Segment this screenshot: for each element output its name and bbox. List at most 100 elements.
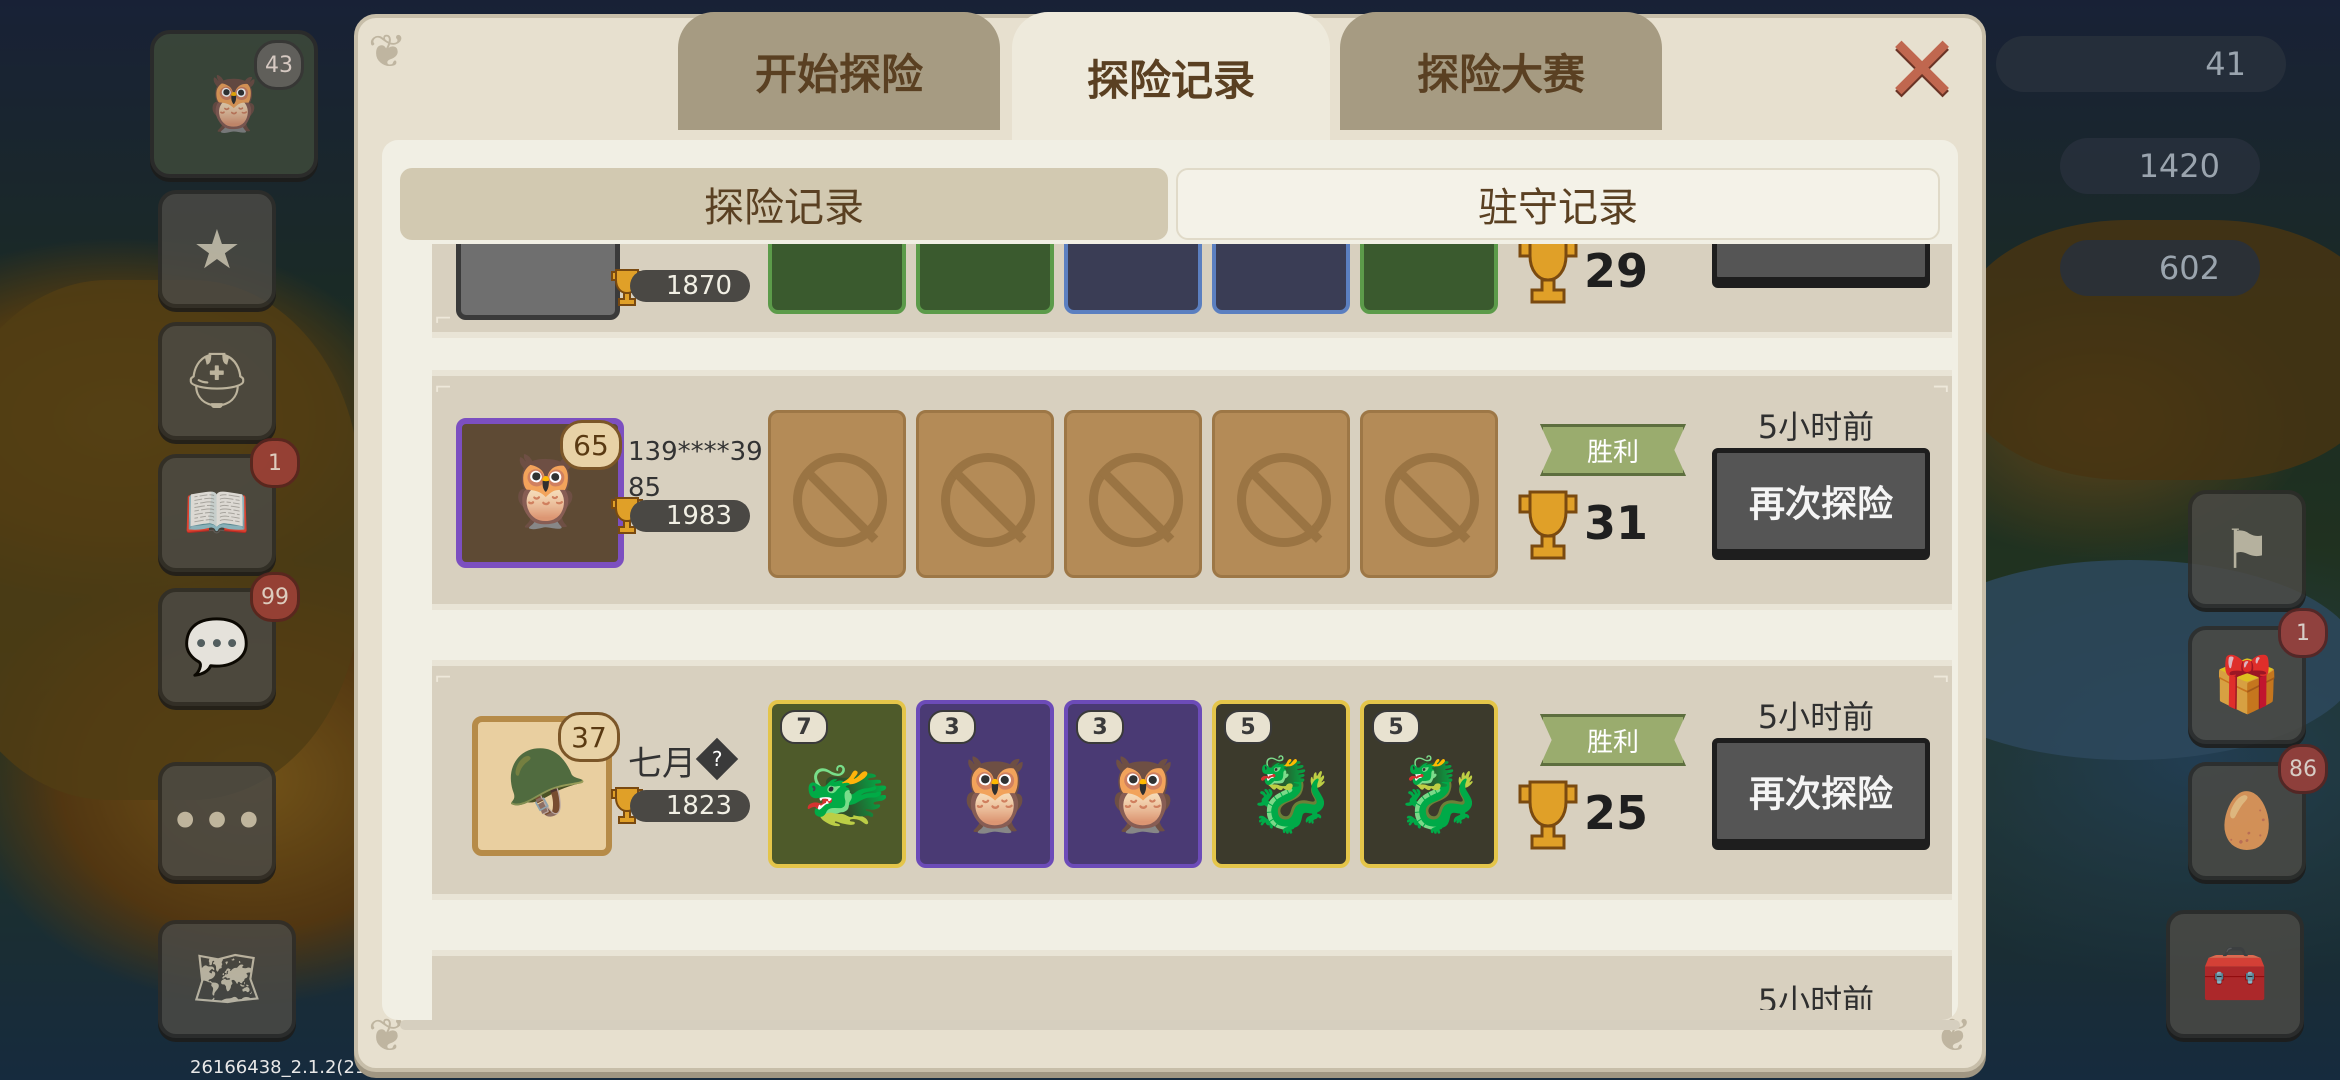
records-content: 探险记录 驻守记录 ⌐ 1870 29 ⌐ ¬ 🦉 65 139****3985… [382,140,1958,1020]
gems-count: 41 [2205,45,2246,83]
hydra-icon: 🐉 [1394,752,1484,836]
star-level: 3 [928,710,976,744]
monster-slot[interactable] [768,244,906,314]
owl-icon: 🦉 [1098,752,1188,836]
player-level-badge: 65 [560,420,622,470]
player-level-badge: 43 [254,40,304,90]
more-icon: ••• [169,789,265,853]
gift-button[interactable]: 🎁 1 [2188,608,2328,744]
book-icon: 📖 [183,481,251,544]
monster-slot[interactable] [1360,244,1498,314]
tab-adventure-records[interactable]: 探险记录 [1012,12,1330,142]
record-time: 5小时前 [1757,408,1875,446]
record-row: ⌐ ¬ 🦉 65 139****3985 1983 胜利 31 5小时前 再次探… [432,370,1952,610]
chat-badge: 99 [250,572,300,622]
tab-start-adventure[interactable]: 开始探险 [678,12,1000,130]
result-ribbon: 胜利 [1540,424,1686,476]
gift-badge: 1 [2278,608,2328,658]
owl-icon: 🦉 [950,752,1040,836]
map-button[interactable]: 🗺 [158,920,296,1038]
monster-slot[interactable]: 5 🐉 [1212,700,1350,868]
monster-slot[interactable]: 5 🐉 [1360,700,1498,868]
empty-slot [768,410,906,578]
resource-bar-coins: 1420 [2060,138,2260,194]
question-glyph: ? [711,747,723,771]
row-corner-ornament: ¬ [1931,666,1950,691]
owl-icon: 🦉 [200,72,268,135]
knight-button[interactable]: ⛑ [158,322,276,440]
gift-icon: 🎁 [2213,653,2281,716]
trophy-icon [1518,244,1578,304]
forbidden-icon [793,453,887,547]
subtab-adventure-records[interactable]: 探险记录 [400,168,1168,240]
row-corner-ornament: ⌐ [434,307,453,332]
resource-bar-gems: 41 [1996,36,2286,92]
replay-button[interactable] [1712,244,1930,282]
helmet-icon: ⛑ [182,349,252,412]
close-icon[interactable]: ✕ [1882,24,1962,116]
forbidden-icon [1385,453,1479,547]
record-row: 5小时前 [432,950,1952,1020]
player-avatar-owl[interactable]: 🦉 43 [150,30,318,178]
row-corner-ornament: ⌐ [434,376,453,401]
row-corner-ornament: ¬ [1931,376,1950,401]
player-trophy-pill: 1870 [630,270,750,302]
monster-slot[interactable]: 3 🦉 [1064,700,1202,868]
question-icon[interactable]: ? [695,737,739,781]
forbidden-icon [1089,453,1183,547]
result-ribbon: 胜利 [1540,714,1686,766]
star-level: 5 [1372,710,1420,744]
chest-button[interactable]: 🧰 [2166,910,2304,1038]
more-button[interactable]: ••• [158,762,276,880]
monster-slot[interactable] [1064,244,1202,314]
banner-button[interactable]: ⚑ [2188,490,2306,608]
player-avatar-knight[interactable] [456,244,620,320]
monster-slot[interactable]: 7 🐲 [768,700,906,868]
empty-slot [1064,410,1202,578]
forbidden-icon [941,453,1035,547]
replay-button[interactable]: 再次探险 [1712,448,1930,554]
subtab-defense-records[interactable]: 驻守记录 [1176,168,1940,240]
stones-count: 602 [2158,249,2220,287]
hydra-icon: 🐉 [1246,752,1336,836]
monster-slot[interactable] [916,244,1054,314]
record-list[interactable]: ⌐ 1870 29 ⌐ ¬ 🦉 65 139****3985 1983 胜利 3… [382,244,1958,1020]
tab-label: 开始探险 [754,49,923,99]
resource-bar-stones: 602 [2060,240,2260,296]
replay-button[interactable]: 再次探险 [1712,738,1930,844]
trophy-change: 29 [1584,244,1649,298]
empty-slot [1212,410,1350,578]
book-badge: 1 [250,438,300,488]
player-trophy-pill: 1983 [630,500,750,532]
chat-icon: 💬 [183,615,251,678]
monster-slot[interactable] [1212,244,1350,314]
player-name: 139****3985 [628,437,763,503]
map-icon: 🗺 [192,947,262,1010]
empty-slot [916,410,1054,578]
monster-slot[interactable]: 3 🦉 [916,700,1054,868]
egg-badge: 86 [2278,744,2328,794]
star-level: 7 [780,710,828,744]
panel-corner-ornament: ❦ [368,24,407,78]
horizontal-scrollbar[interactable] [400,1020,1960,1030]
chat-button[interactable]: 💬 99 [158,572,300,706]
record-time: 5小时前 [1757,698,1875,736]
player-trophy-pill: 1823 [630,790,750,822]
tab-adventure-contest[interactable]: 探险大赛 [1340,12,1662,130]
star-icon: ★ [192,217,242,281]
achievements-button[interactable]: ★ [158,190,276,308]
row-corner-ornament: ⌐ [434,666,453,691]
subtab-label: 探险记录 [704,185,864,231]
chest-icon: 🧰 [2201,942,2269,1005]
guide-book-button[interactable]: 📖 1 [158,438,300,572]
star-level: 5 [1224,710,1272,744]
record-row: ⌐ ¬ 🪖 37 七月 ? 1823 7 🐲 3 🦉 3 🦉 5 🐉 5 🐉 胜… [432,660,1952,900]
subtab-bar: 探险记录 驻守记录 [400,168,1940,240]
coins-count: 1420 [2138,147,2220,185]
banner-icon: ⚑ [2222,517,2272,581]
egg-button[interactable]: 🥚 86 [2188,744,2328,880]
tab-label: 探险大赛 [1416,49,1585,99]
player-level-badge: 37 [558,712,620,762]
star-level: 3 [1076,710,1124,744]
subtab-label: 驻守记录 [1478,185,1638,231]
